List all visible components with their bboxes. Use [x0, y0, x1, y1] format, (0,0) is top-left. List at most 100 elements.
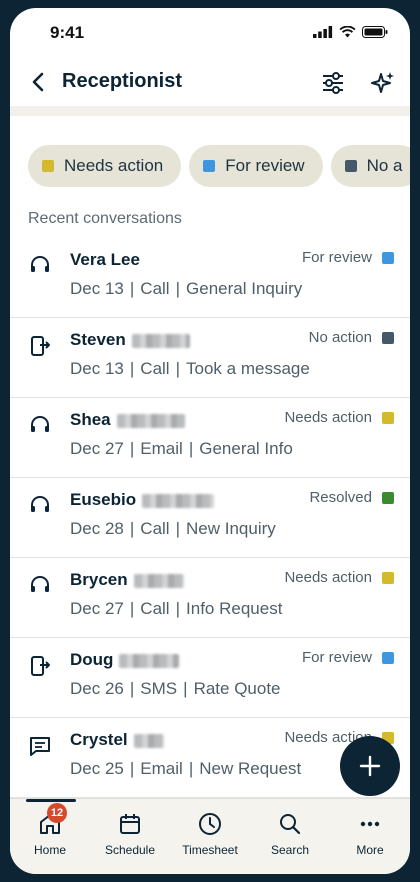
chip-label: For review — [225, 156, 305, 175]
tab-label: More — [356, 843, 384, 857]
tab-search[interactable]: Search — [250, 811, 330, 857]
filter-settings-button[interactable] — [318, 68, 348, 98]
separator: | — [129, 599, 135, 618]
filter-chips: Needs action For review No a — [28, 145, 410, 187]
conversation-row[interactable]: Steven Dec 13 | Call | Took a message No actio… — [10, 318, 410, 398]
tab-timesheet[interactable]: Timesheet — [170, 811, 250, 857]
separator: | — [188, 759, 194, 778]
conversation-date: Dec 13 — [70, 359, 124, 378]
conversation-meta: Dec 25 | Email | New Request — [70, 759, 301, 779]
redacted-surname — [116, 413, 185, 428]
conversation-row[interactable]: Eusebio Dec 28 | Call | New Inquiry Resolved — [10, 478, 410, 558]
chip-label: No a — [366, 156, 403, 175]
headset-icon — [28, 494, 52, 518]
contact-name: Steven — [70, 330, 190, 350]
conversation-topic: General Inquiry — [186, 279, 303, 298]
separator: | — [129, 439, 135, 458]
status-bar: 9:41 — [10, 8, 410, 56]
tab-schedule[interactable]: Schedule — [90, 811, 170, 857]
separator: | — [188, 439, 194, 458]
status-color-swatch — [382, 492, 394, 504]
separator: | — [175, 599, 181, 618]
conversation-row[interactable]: Shea Dec 27 | Email | General Info Needs actio… — [10, 398, 410, 478]
calendar-icon — [120, 814, 140, 834]
conversation-topic: Took a message — [186, 359, 310, 378]
status-color-swatch — [344, 160, 357, 172]
more-icon — [360, 821, 380, 827]
conversation-date: Dec 26 — [70, 679, 124, 698]
phone-transfer-icon — [28, 334, 52, 358]
conversation-row[interactable]: Brycen Dec 27 | Call | Info Request Needs acti… — [10, 558, 410, 638]
tab-more[interactable]: More — [330, 811, 410, 857]
separator: | — [129, 519, 135, 538]
conversation-topic: General Info — [199, 439, 293, 458]
conversation-channel: SMS — [140, 679, 178, 698]
conversation-channel: Email — [140, 439, 183, 458]
status-time: 9:41 — [50, 23, 85, 42]
conversation-channel: Email — [140, 759, 183, 778]
separator: | — [175, 359, 181, 378]
status-color-swatch — [382, 652, 394, 664]
status-color-swatch — [382, 572, 394, 584]
status-icons — [313, 26, 388, 38]
header-divider — [10, 106, 410, 116]
conversation-list: Vera Lee Dec 13 | Call | General Inquiry For r… — [10, 238, 410, 798]
page-title: Receptionist — [62, 70, 183, 92]
conversation-topic: New Request — [199, 759, 302, 778]
separator: | — [129, 759, 135, 778]
conversation-status: For review — [301, 249, 372, 266]
status-color-swatch — [203, 160, 216, 172]
filter-chip-no-action[interactable]: No a — [330, 145, 410, 187]
section-title: Recent conversations — [28, 210, 182, 227]
signal-icon — [313, 26, 333, 38]
conversation-meta: Dec 27 | Email | General Info — [70, 439, 293, 459]
contact-name: Vera Lee — [70, 250, 140, 270]
conversation-status: Resolved — [309, 489, 372, 506]
separator: | — [129, 679, 135, 698]
status-color-swatch — [382, 332, 394, 344]
conversation-meta: Dec 26 | SMS | Rate Quote — [70, 679, 281, 699]
search-icon — [280, 814, 301, 835]
redacted-surname — [133, 573, 184, 588]
notification-badge: 12 — [47, 803, 67, 823]
chip-label: Needs action — [64, 156, 164, 175]
tab-label: Home — [33, 843, 66, 857]
contact-first-name: Steven — [70, 330, 126, 349]
clock-icon — [199, 813, 221, 835]
phone-transfer-icon — [28, 654, 52, 678]
conversation-meta: Dec 13 | Call | General Inquiry — [70, 279, 302, 299]
separator: | — [183, 679, 188, 698]
contact-name: Eusebio — [70, 490, 215, 510]
contact-name: Doug — [70, 650, 180, 670]
filter-chip-for-review[interactable]: For review — [189, 145, 323, 187]
separator: | — [129, 279, 135, 298]
status-color-swatch — [42, 160, 54, 172]
new-conversation-button[interactable] — [340, 736, 400, 796]
battery-icon — [362, 26, 388, 38]
headset-icon — [28, 414, 52, 438]
headset-icon — [28, 574, 52, 598]
conversation-row[interactable]: Vera Lee Dec 13 | Call | General Inquiry For r… — [10, 238, 410, 318]
filter-chip-needs-action[interactable]: Needs action — [28, 145, 182, 187]
status-color-swatch — [382, 252, 394, 264]
message-icon — [28, 734, 52, 758]
chevron-left-icon — [32, 72, 44, 92]
ai-assist-button[interactable] — [368, 68, 398, 98]
tab-home[interactable]: 12 Home — [10, 803, 90, 857]
conversation-row[interactable]: Doug Dec 26 | SMS | Rate Quote For review — [10, 638, 410, 718]
contact-first-name: Vera Lee — [70, 250, 140, 269]
tab-label: Timesheet — [182, 843, 238, 857]
conversation-status: No action — [308, 329, 372, 346]
back-button[interactable] — [24, 68, 52, 96]
conversation-meta: Dec 27 | Call | Info Request — [70, 599, 282, 619]
conversation-date: Dec 25 — [70, 759, 124, 778]
conversation-status: Needs action — [284, 569, 372, 586]
conversation-meta: Dec 28 | Call | New Inquiry — [70, 519, 276, 539]
status-color-swatch — [382, 412, 394, 424]
redacted-surname — [133, 733, 164, 748]
conversation-topic: Info Request — [186, 599, 283, 618]
redacted-surname — [131, 333, 190, 348]
contact-name: Brycen — [70, 570, 184, 590]
conversation-date: Dec 13 — [70, 279, 124, 298]
separator: | — [175, 519, 181, 538]
